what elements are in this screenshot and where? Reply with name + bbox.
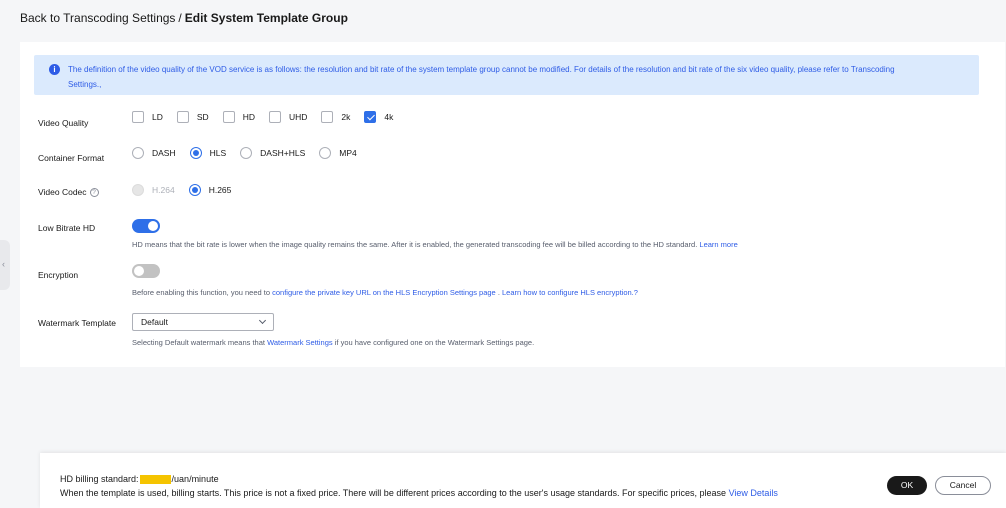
format-dash-hls-radio[interactable]: DASH+HLS — [240, 147, 305, 159]
watermark-desc-suffix: if you have configured one on the Waterm… — [334, 338, 535, 347]
quality-4k-checkbox[interactable]: 4k — [364, 111, 393, 123]
checkbox-box-checked[interactable] — [364, 111, 377, 123]
encryption-row — [132, 264, 160, 278]
checkbox-box[interactable] — [268, 111, 281, 123]
notice-text: The definition of the video quality of t… — [68, 65, 849, 74]
info-icon: i — [49, 64, 60, 75]
option-label: 2k — [341, 112, 351, 122]
hls-encryption-settings-link[interactable]: configure the private key URL on the HLS… — [272, 288, 496, 297]
option-label: MP4 — [339, 148, 357, 158]
toggle-knob — [148, 221, 158, 231]
option-label: H.264 — [152, 185, 175, 195]
view-details-link[interactable]: View Details — [729, 488, 778, 498]
low-bitrate-desc: HD means that the bit rate is lower when… — [132, 240, 738, 249]
billing-note-text: When the template is used, billing start… — [60, 488, 727, 498]
quality-uhd-checkbox[interactable]: UHD — [268, 111, 308, 123]
redacted-price — [139, 475, 171, 485]
help-icon[interactable]: ? — [89, 188, 99, 198]
low-bitrate-toggle[interactable] — [132, 219, 160, 233]
watermark-desc: Selecting Default watermark means that W… — [132, 338, 534, 347]
option-label: 4k — [384, 112, 394, 122]
radio-circle[interactable] — [132, 147, 144, 159]
codec-h264-radio[interactable]: H.264 — [132, 184, 175, 196]
quality-hd-checkbox[interactable]: HD — [222, 111, 255, 123]
container-format-label: Container Format — [38, 153, 105, 163]
learn-more-link[interactable]: Learn more — [699, 240, 737, 249]
video-quality-options: LD SD HD UHD 2k 4k — [132, 111, 407, 123]
chevron-down-icon — [258, 316, 267, 325]
sidebar-collapse-handle[interactable]: ‹ — [0, 240, 10, 290]
notice-settings-link[interactable]: Settings., — [68, 80, 101, 89]
radio-circle[interactable] — [319, 147, 332, 159]
footer-bar: HD billing standard: /uan/minute When the… — [40, 453, 1006, 508]
option-label: H.265 — [208, 185, 232, 195]
low-bitrate-row — [132, 219, 160, 233]
radio-circle[interactable] — [240, 147, 253, 159]
codec-h265-radio[interactable]: H.265 — [188, 184, 232, 196]
radio-circle-checked[interactable] — [189, 147, 202, 159]
quality-sd-checkbox[interactable]: SD — [176, 111, 209, 123]
format-hls-radio[interactable]: HLS — [189, 147, 227, 159]
checkbox-box[interactable] — [321, 111, 334, 123]
billing-prefix: HD billing standard: — [60, 474, 139, 484]
ok-button[interactable]: OK — [887, 476, 927, 495]
video-quality-label: Video Quality — [38, 118, 89, 128]
page-title: Edit System Template Group — [184, 11, 348, 25]
low-bitrate-label: Low Bitrate HD — [38, 223, 96, 233]
checkbox-box[interactable] — [176, 111, 189, 123]
checkbox-box[interactable] — [132, 111, 144, 123]
encryption-desc-mid: . — [497, 288, 500, 297]
encryption-desc-text: Before enabling this function, you need … — [132, 288, 271, 297]
encryption-desc-suffix: ? — [633, 288, 638, 297]
quality-ld-checkbox[interactable]: LD — [132, 111, 163, 123]
radio-circle-checked[interactable] — [188, 184, 201, 196]
container-format-options: DASH HLS DASH+HLS MP4 — [132, 147, 371, 159]
breadcrumb: Back to Transcoding Settings / Edit System… — [20, 11, 348, 25]
watermark-template-select[interactable]: Default — [132, 313, 274, 331]
billing-suffix: /uan/minute — [171, 474, 219, 484]
encryption-label: Encryption — [38, 270, 79, 280]
checkbox-box[interactable] — [222, 111, 235, 123]
option-label: LD — [152, 112, 163, 122]
billing-note: When the template is used, billing start… — [60, 488, 778, 498]
format-mp4-radio[interactable]: MP4 — [319, 147, 357, 159]
option-label: UHD — [288, 112, 308, 122]
watermark-desc-text: Selecting Default watermark means that — [132, 338, 265, 347]
video-codec-label: Video Codec? — [38, 187, 99, 198]
billing-standard: HD billing standard: /uan/minute — [60, 474, 219, 485]
format-dash-radio[interactable]: DASH — [132, 147, 176, 159]
form-card: i The definition of the video quality of… — [20, 42, 1005, 367]
watermark-settings-link[interactable]: Watermark Settings — [267, 338, 333, 347]
option-label: HLS — [209, 148, 227, 158]
chevron-left-icon: ‹ — [2, 259, 5, 269]
select-value: Default — [141, 317, 168, 327]
video-codec-text: Video Codec — [38, 187, 87, 197]
encryption-toggle[interactable] — [132, 264, 160, 278]
breadcrumb-separator: / — [178, 11, 182, 25]
cancel-button[interactable]: Cancel — [935, 476, 991, 495]
video-codec-options: H.264 H.265 — [132, 184, 245, 196]
transcoding-link[interactable]: Transcoding — [851, 65, 895, 74]
toggle-knob — [134, 266, 144, 276]
radio-circle-disabled — [132, 184, 144, 196]
info-notice: i The definition of the video quality of… — [34, 55, 979, 95]
option-label: DASH+HLS — [260, 148, 306, 158]
back-link[interactable]: Back to Transcoding Settings — [20, 11, 175, 25]
option-label: DASH — [152, 148, 176, 158]
encryption-desc: Before enabling this function, you need … — [132, 288, 638, 297]
learn-hls-encryption-link[interactable]: Learn how to configure HLS encryption. — [502, 288, 634, 297]
watermark-label: Watermark Template — [38, 318, 116, 328]
quality-2k-checkbox[interactable]: 2k — [321, 111, 350, 123]
option-label: HD — [242, 112, 255, 122]
option-label: SD — [196, 112, 209, 122]
low-bitrate-desc-text: HD means that the bit rate is lower when… — [132, 240, 698, 249]
